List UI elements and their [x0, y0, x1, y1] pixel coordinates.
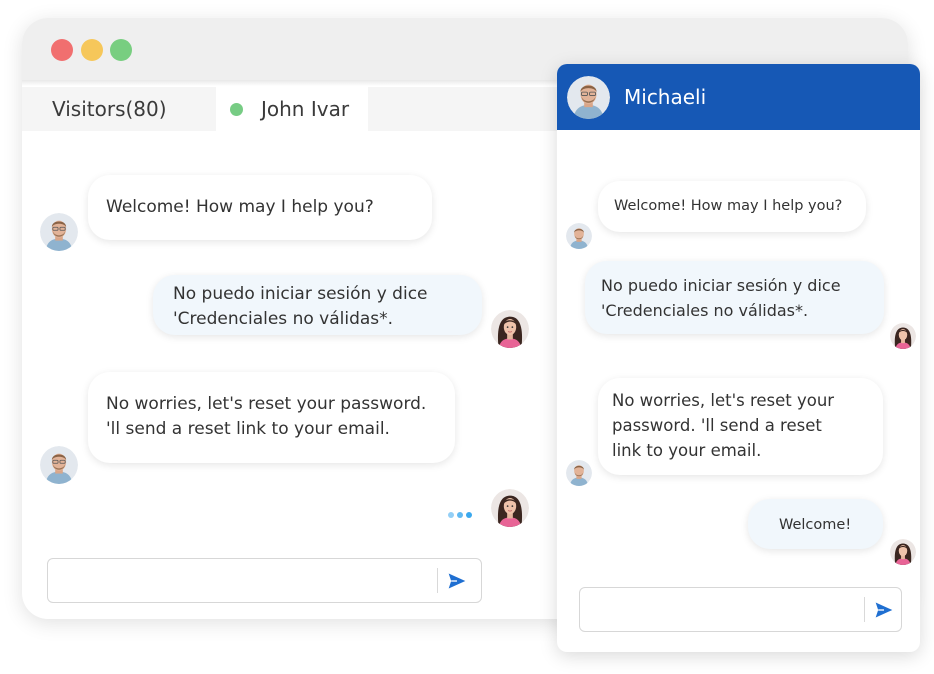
online-status-icon [230, 102, 243, 116]
chat-widget-window: Michaeli Welcome! How may I help you? No… [557, 64, 920, 652]
minimize-window-button[interactable] [81, 39, 103, 61]
message-line: Welcome! How may I help you? [614, 198, 843, 214]
tab-active-chat[interactable]: John Ivar [216, 87, 368, 131]
visitor-avatar [491, 310, 529, 348]
message-input[interactable] [47, 558, 482, 603]
agent-avatar [566, 223, 592, 249]
message-line: password. 'll send a reset [612, 416, 822, 435]
message-line: 'Credenciales no válidas*. [601, 301, 809, 320]
agent-avatar [40, 213, 78, 251]
message-bubble: No puedo iniciar sesión y dice 'Credenci… [585, 261, 884, 334]
typing-dot [457, 512, 463, 518]
message-bubble: No worries, let's reset your password. '… [598, 378, 883, 475]
visitor-avatar [890, 323, 916, 349]
tab-visitors[interactable]: Visitors(80) [52, 87, 167, 131]
message-line: Welcome! [779, 517, 852, 533]
chat-header-name: Michaeli [624, 85, 707, 109]
typing-dot [448, 512, 454, 518]
send-icon[interactable] [447, 571, 467, 591]
visitor-avatar [890, 539, 916, 565]
visitor-avatar [491, 489, 529, 527]
message-line: 'll send a reset link to your email. [106, 419, 390, 439]
message-line: No worries, let's reset your password. [106, 394, 427, 414]
message-line: No puedo iniciar sesión y dice [601, 276, 841, 295]
chat-header: Michaeli [557, 64, 920, 130]
message-line: link to your email. [612, 441, 762, 460]
close-window-button[interactable] [51, 39, 73, 61]
input-divider [437, 568, 438, 593]
tab-visitors-label: Visitors(80) [52, 97, 167, 121]
message-bubble: No puedo iniciar sesión y dice 'Credenci… [153, 275, 482, 335]
message-bubble: No worries, let's reset your password. '… [88, 372, 455, 463]
message-bubble: Welcome! How may I help you? [598, 181, 866, 232]
message-line: No worries, let's reset your [612, 391, 835, 410]
agent-avatar [566, 460, 592, 486]
message-line: 'Credenciales no válidas*. [173, 309, 394, 329]
message-bubble: Welcome! How may I help you? [88, 175, 432, 240]
message-bubble: Welcome! [748, 499, 883, 549]
message-line: No puedo iniciar sesión y dice [173, 284, 428, 304]
typing-indicator [448, 510, 478, 520]
send-icon[interactable] [874, 600, 894, 620]
maximize-window-button[interactable] [110, 39, 132, 61]
agent-avatar [40, 446, 78, 484]
tab-active-chat-label: John Ivar [261, 97, 350, 121]
typing-dot [466, 512, 472, 518]
input-divider [864, 597, 865, 622]
widget-message-input[interactable] [579, 587, 902, 632]
agent-avatar [567, 76, 610, 119]
message-line: Welcome! How may I help you? [106, 197, 374, 217]
